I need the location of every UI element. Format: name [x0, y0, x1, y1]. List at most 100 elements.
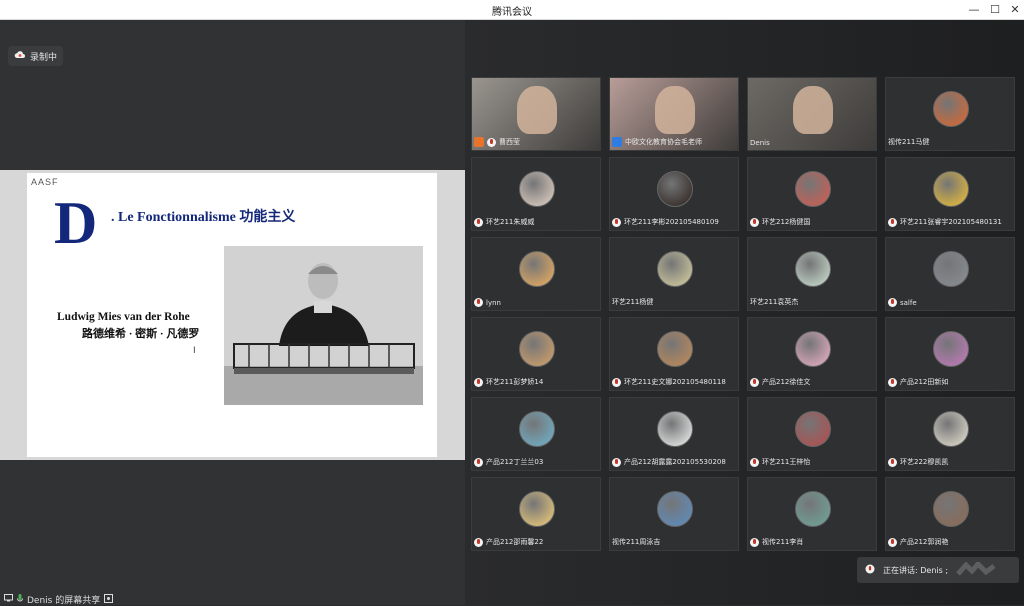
participant-tile[interactable]: lynn [471, 237, 601, 311]
participant-name-label: 环艺211彭梦娇14 [474, 377, 598, 387]
participant-name: 视传211马健 [888, 138, 930, 146]
participant-name: 中欧文化教育协会毛老师 [625, 138, 702, 146]
participant-tile[interactable]: 环艺211彭梦娇14 [471, 317, 601, 391]
participant-avatar [519, 411, 555, 447]
participant-tile[interactable]: 产品212徐佳文 [747, 317, 877, 391]
participant-name-label: 环艺211李彬202105480109 [612, 217, 736, 227]
speaking-text: 正在讲话: Denis ; [883, 565, 949, 575]
participant-name-label: 环艺211王梓怡 [750, 457, 874, 467]
participant-avatar [657, 491, 693, 527]
screen-icon [4, 594, 13, 605]
shared-slide: AASF D . Le Fonctionnalisme 功能主义 Ludwig … [0, 170, 465, 460]
participant-avatar [795, 171, 831, 207]
maximize-button[interactable]: ☐ [984, 2, 1006, 18]
slide-title: . Le Fonctionnalisme 功能主义 [111, 210, 296, 225]
participant-avatar [657, 331, 693, 367]
participant-name: 视传211李肖 [762, 538, 804, 546]
participant-tile[interactable]: 产品212田新如 [885, 317, 1015, 391]
participant-avatar [519, 171, 555, 207]
participant-avatar [795, 411, 831, 447]
participant-avatar [795, 251, 831, 287]
participant-tile[interactable]: 中欧文化教育协会毛老师 [609, 77, 739, 151]
participant-tile[interactable]: 曹西莹 [471, 77, 601, 151]
participant-gallery: 曹西莹 中欧文化教育协会毛老师 Denis 视传211马健环艺211朱威威 环艺211李… [465, 20, 1024, 605]
participant-avatar [519, 251, 555, 287]
mic-icon [17, 593, 23, 606]
recording-badge[interactable]: 录制中 [8, 46, 64, 66]
participant-tile[interactable]: 环艺211王梓怡 [747, 397, 877, 471]
participant-name: 环艺212杨健国 [762, 218, 811, 226]
participant-name: 环艺211张睿宇202105480131 [900, 218, 1002, 226]
mic-muted-icon [612, 457, 621, 467]
participant-name-label: 中欧文化教育协会毛老师 [612, 137, 736, 147]
participant-avatar [795, 491, 831, 527]
participant-name-label: 环艺212杨健国 [750, 217, 874, 227]
participant-name: 环艺211王梓怡 [762, 458, 811, 466]
mic-muted-icon [474, 457, 483, 467]
participant-name-label: 产品212丁兰兰03 [474, 457, 598, 467]
mic-muted-icon [750, 377, 759, 387]
host-icon [474, 137, 484, 147]
participant-tile[interactable]: 视传211马健 [885, 77, 1015, 151]
participant-name: 曹西莹 [499, 138, 520, 146]
screen-share-label[interactable]: Denis 的屏幕共享 [4, 593, 114, 606]
participant-tile[interactable]: 环艺222穆凯凯 [885, 397, 1015, 471]
slide-logo: AASF [31, 177, 59, 187]
participant-tile[interactable]: 环艺211史文娜202105480118 [609, 317, 739, 391]
participant-name-label: 环艺222穆凯凯 [888, 457, 1012, 467]
speaker-avatar-icon [865, 564, 875, 576]
participant-tile[interactable]: 环艺212杨健国 [747, 157, 877, 231]
participant-name: 环艺211彭梦娇14 [486, 378, 544, 386]
participant-tile[interactable]: 产品212丁兰兰03 [471, 397, 601, 471]
participant-name: 环艺211袁英杰 [750, 298, 799, 306]
window-title: 腾讯会议 [492, 7, 532, 18]
participant-name-label: 环艺211袁英杰 [750, 297, 874, 307]
mic-muted-icon [750, 457, 759, 467]
participant-tile[interactable]: salfe [885, 237, 1015, 311]
slide-name-english: Ludwig Mies van der Rohe [57, 311, 190, 323]
participant-name: Denis [750, 139, 770, 147]
participant-avatar [657, 411, 693, 447]
participant-tile[interactable]: 环艺211李彬202105480109 [609, 157, 739, 231]
active-speaker-indicator: 正在讲话: Denis ; [857, 557, 1019, 583]
participant-name-label: lynn [474, 298, 598, 307]
participant-tile[interactable]: 产品212胡露露202105530208 [609, 397, 739, 471]
mic-muted-icon [474, 377, 483, 387]
mic-muted-icon [888, 377, 897, 387]
participant-avatar [933, 491, 969, 527]
participant-name: 环艺211史文娜202105480118 [624, 378, 726, 386]
participant-tile[interactable]: 环艺211张睿宇202105480131 [885, 157, 1015, 231]
portrait-photo [224, 246, 423, 405]
participant-name-label: 产品212胡露露202105530208 [612, 457, 736, 467]
close-button[interactable]: ✕ [1004, 2, 1024, 18]
participant-tile[interactable]: 产品212邵雨馨22 [471, 477, 601, 551]
participant-name-label: 视传211李肖 [750, 537, 874, 547]
participant-name-label: 环艺211张睿宇202105480131 [888, 217, 1012, 227]
participant-tile[interactable]: Denis [747, 77, 877, 151]
mic-muted-icon [474, 217, 483, 227]
mic-muted-icon [474, 537, 483, 547]
participant-tile[interactable]: 产品212郭润艳 [885, 477, 1015, 551]
slide-big-letter: D [54, 190, 98, 256]
mic-muted-icon [888, 298, 897, 307]
participant-name: 产品212徐佳文 [762, 378, 811, 386]
participant-tile[interactable]: 视传211李肖 [747, 477, 877, 551]
participant-name: 视传211周泳吉 [612, 538, 661, 546]
participant-name-label: 曹西莹 [474, 137, 598, 147]
host-icon [612, 137, 622, 147]
participant-tile[interactable]: 视传211周泳吉 [609, 477, 739, 551]
participant-avatar [519, 491, 555, 527]
share-status-text: Denis 的屏幕共享 [27, 596, 101, 606]
participant-avatar [933, 411, 969, 447]
participant-tile[interactable]: 环艺211朱威威 [471, 157, 601, 231]
participant-name: 环艺211李彬202105480109 [624, 218, 719, 226]
participant-name: 环艺222穆凯凯 [900, 458, 949, 466]
text-cursor-icon: I [193, 346, 196, 356]
participant-name-label: 视传211马健 [888, 137, 1012, 147]
participant-tile[interactable]: 环艺211杨健 [609, 237, 739, 311]
participant-tile[interactable]: 环艺211袁英杰 [747, 237, 877, 311]
speaker-wave-icon [956, 560, 996, 578]
minimize-button[interactable]: — [963, 2, 985, 18]
mic-muted-icon [612, 217, 621, 227]
participant-name-label: 环艺211朱威威 [474, 217, 598, 227]
